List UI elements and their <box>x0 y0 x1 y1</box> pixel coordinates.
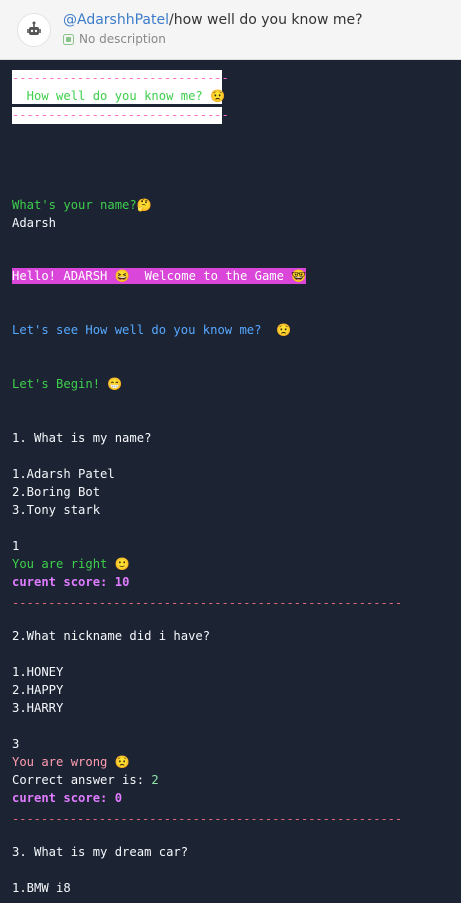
banner-title-box: How well do you know me? 😟 <box>12 87 226 104</box>
description-text: No description <box>79 32 166 46</box>
name-answer: Adarsh <box>12 216 57 230</box>
username-link[interactable]: @AdarshhPatel <box>63 12 169 28</box>
repl-header: @AdarshhPatel/how well do you know me? N… <box>0 0 461 60</box>
banner-title: How well do you know me? 😟 <box>12 89 226 103</box>
correct-label: Correct answer is: <box>12 773 152 787</box>
banner-top-box: ------------------------------ <box>12 70 229 87</box>
name-prompt: What's your name?🤔 <box>12 198 152 212</box>
q2-score-line: curent score: 0 <box>12 790 122 806</box>
question-3: 3. What is my dream car? <box>12 845 189 859</box>
q1-input: 1 <box>12 539 20 553</box>
q2-option-1: 1.HONEY <box>12 665 64 679</box>
score-label-2: curent score: <box>12 791 115 805</box>
repl-avatar[interactable] <box>17 13 51 47</box>
question-1: 1. What is my name? <box>12 431 152 445</box>
lets-see-line: Let's see How well do you know me? 😟 <box>12 323 292 337</box>
hello-line: Hello! ADARSH 😆 Welcome to the Game 🤓 <box>12 268 307 284</box>
q2-correct-line: Correct answer is: 2 <box>12 772 159 788</box>
repl-title: @AdarshhPatel/how well do you know me? <box>63 12 363 28</box>
q3-option-1: 1.BMW i8 <box>12 881 71 895</box>
q1-result: You are right 🙂 <box>12 557 130 571</box>
banner-bottom-box: ------------------------------ <box>12 107 229 124</box>
banner-bottom-dashes: ------------------------------ <box>12 108 229 122</box>
q1-score: 10 <box>114 575 130 589</box>
q1-option-2: 2.Boring Bot <box>12 485 101 499</box>
separator-1: ----------------------------------------… <box>12 596 403 610</box>
q2-option-3: 3.HARRY <box>12 701 64 715</box>
q2-input: 3 <box>12 737 20 751</box>
banner-top-dashes: ------------------------------ <box>12 71 229 85</box>
bot-icon <box>27 21 41 35</box>
q2-score: 0 <box>114 791 123 805</box>
question-2: 2.What nickname did i have? <box>12 629 211 643</box>
repl-name[interactable]: how well do you know me? <box>174 12 363 28</box>
repl-description: No description <box>63 32 166 46</box>
score-label: curent score: <box>12 575 115 589</box>
console-output[interactable]: ------------------------------ How well … <box>0 60 461 903</box>
q1-option-1: 1.Adarsh Patel <box>12 467 115 481</box>
q1-score-line: curent score: 10 <box>12 574 129 590</box>
replit-language-icon <box>63 33 74 45</box>
q1-option-3: 3.Tony stark <box>12 503 101 517</box>
q2-correct-answer: 2 <box>151 773 159 787</box>
q2-option-2: 2.HAPPY <box>12 683 64 697</box>
q2-result: You are wrong 😟 <box>12 755 130 769</box>
separator-2: ----------------------------------------… <box>12 812 403 826</box>
lets-begin-line: Let's Begin! 😁 <box>12 377 123 391</box>
